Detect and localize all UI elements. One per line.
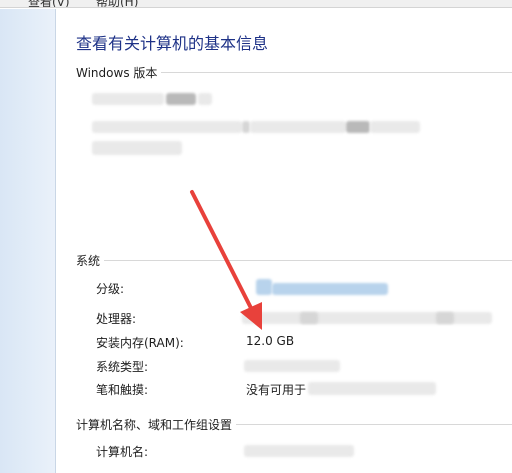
arrow-shaft (190, 190, 254, 312)
section-system: 系统 (76, 252, 512, 269)
redacted-pen-touch (308, 382, 436, 395)
section-label-windows: Windows 版本 (76, 64, 162, 81)
redacted-edition-name (166, 93, 196, 105)
redacted-computer-name (244, 445, 354, 457)
redacted-copyright (242, 121, 250, 133)
redacted-edition-name (198, 93, 212, 105)
section-windows-edition: Windows 版本 (76, 64, 512, 81)
redacted-copyright (370, 121, 420, 133)
menu-help[interactable]: 帮助(H) (96, 0, 138, 7)
section-computer-name: 计算机名称、域和工作组设置 (76, 416, 512, 433)
left-navigation-pane (0, 9, 56, 473)
redacted-edition-name (92, 93, 164, 105)
redacted-processor (436, 312, 454, 324)
rating-icon[interactable] (256, 279, 272, 295)
redacted-system-type (244, 360, 340, 372)
section-label-computer: 计算机名称、域和工作组设置 (76, 416, 237, 433)
system-type-label: 系统类型: (96, 360, 149, 374)
ram-value: 12.0 GB (246, 334, 295, 348)
redacted-copyright (92, 121, 242, 133)
section-label-system: 系统 (76, 252, 105, 269)
redacted-copyright (346, 121, 370, 133)
redacted-service-pack (92, 141, 182, 155)
pane-divider (55, 9, 56, 473)
redacted-processor (242, 312, 492, 324)
computer-name-label: 计算机名: (96, 445, 149, 459)
redacted-processor (300, 312, 318, 324)
rating-link[interactable] (272, 283, 388, 295)
menu-view[interactable]: 查看(V) (28, 0, 70, 7)
rating-label: 分级: (96, 282, 125, 296)
menu-bar: 查看(V) 帮助(H) (0, 0, 512, 8)
section-divider (76, 260, 512, 261)
page-title: 查看有关计算机的基本信息 (76, 34, 269, 53)
pen-touch-value: 没有可用于 (246, 383, 307, 397)
ram-label: 安装内存(RAM): (96, 336, 184, 350)
pen-touch-label: 笔和触摸: (96, 383, 149, 397)
processor-label: 处理器: (96, 312, 137, 326)
redacted-copyright (250, 121, 346, 133)
